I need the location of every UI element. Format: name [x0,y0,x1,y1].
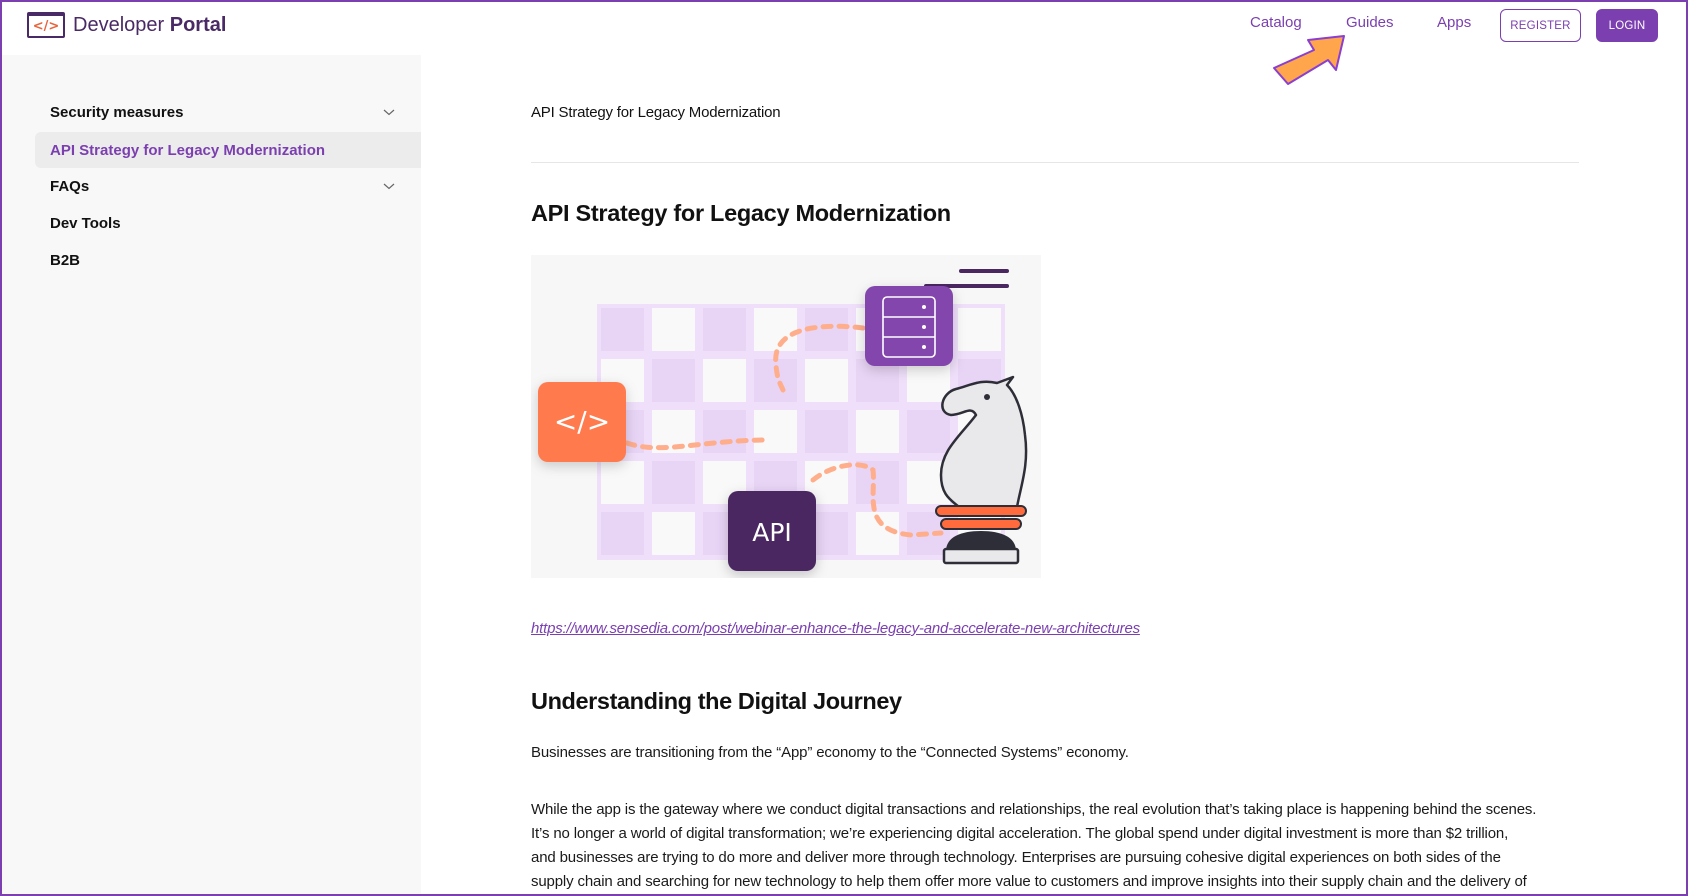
section-title: Understanding the Digital Journey [531,688,902,714]
logo-text-regular: Developer [73,13,165,36]
board-square [652,512,695,555]
login-button[interactable]: LOGIN [1596,9,1658,42]
top-header: </> Developer Portal Catalog Guides Apps… [0,0,1688,85]
paragraph-line: supply chain and searching for new techn… [531,873,1527,890]
api-tile-label: API [752,518,792,547]
nav-catalog[interactable]: Catalog [1250,14,1302,31]
board-square [805,359,848,402]
logo-text-bold: Portal [169,13,227,36]
breadcrumb: API Strategy for Legacy Modernization [531,104,781,121]
board-square [754,410,797,453]
sidebar-item-label: B2B [50,251,81,269]
paragraph-body: While the app is the gateway where we co… [531,798,1551,894]
hero-illustration: </> API [531,255,1041,578]
webinar-link[interactable]: https://www.sensedia.com/post/webinar-en… [531,620,1140,637]
chevron-down-icon[interactable] [381,104,397,120]
code-tile: </> [538,382,626,462]
paragraph-line: It’s no longer a world of digital transf… [531,825,1509,842]
code-tile-label: </> [554,405,610,438]
sidebar-item-faqs[interactable]: FAQs [35,168,421,204]
chevron-down-icon[interactable] [381,178,397,194]
orange-arrow-pointer-icon [1273,35,1345,85]
sidebar-item-dev-tools[interactable]: Dev Tools [35,205,421,241]
board-square [652,308,695,351]
board-square [652,461,695,504]
board-square [805,410,848,453]
board-square [856,410,899,453]
api-tile: API [728,491,816,571]
board-square [907,410,950,453]
board-square [754,308,797,351]
sidebar-item-label: FAQs [50,177,90,195]
logo-text: Developer Portal [73,14,226,37]
paragraph-line: and businesses are trying to do more and… [531,849,1501,866]
page-title: API Strategy for Legacy Modernization [531,200,951,226]
sidebar-item-label: Dev Tools [50,214,121,232]
server-tile [865,286,953,366]
sidebar: Security measures API Strategy for Legac… [2,55,421,896]
board-square [652,359,695,402]
board-square [601,308,644,351]
sidebar-item-label: Security measures [50,103,184,121]
hero-svg: </> API [538,269,1028,571]
paragraph-intro: Businesses are transitioning from the “A… [531,744,1129,761]
paragraph-line: While the app is the gateway where we co… [531,801,1537,818]
board-square [703,410,746,453]
sidebar-item-security-measures[interactable]: Security measures [35,94,421,130]
divider [531,162,1579,163]
logo[interactable]: </> Developer Portal [27,12,226,38]
board-square [958,308,1001,351]
nav-apps[interactable]: Apps [1437,14,1471,31]
board-square [601,461,644,504]
code-brackets-icon: </> [27,12,65,38]
sidebar-item-b2b[interactable]: B2B [35,242,421,278]
board-square [703,308,746,351]
nav-guides[interactable]: Guides [1346,14,1394,31]
board-square [601,512,644,555]
sidebar-item-api-strategy[interactable]: API Strategy for Legacy Modernization [35,132,421,168]
board-square [703,359,746,402]
register-button[interactable]: REGISTER [1500,9,1581,42]
sidebar-item-label: API Strategy for Legacy Modernization [50,141,326,159]
